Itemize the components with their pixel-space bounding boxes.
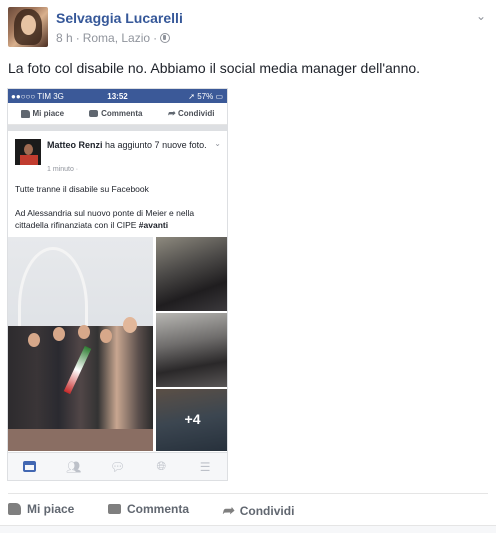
inner-post-header: Matteo Renzi ha aggiunto 7 nuove foto. 1… xyxy=(15,139,221,179)
like-button[interactable]: Mi piace xyxy=(8,502,74,516)
friends-icon: 👥︎ xyxy=(66,459,82,474)
inner-text-paragraph: Ad Alessandria sul nuovo ponte di Meier … xyxy=(15,208,195,230)
comment-button[interactable]: Commenta xyxy=(108,502,189,516)
divider xyxy=(8,493,488,494)
messenger-icon: 💬︎ xyxy=(109,459,126,474)
photo-thumb xyxy=(156,313,227,387)
photo-main xyxy=(8,237,153,451)
author-avatar[interactable] xyxy=(8,7,48,47)
inner-action-text: ha aggiunto 7 nuove foto. xyxy=(102,140,207,150)
phone-like-button: Mi piace xyxy=(20,109,64,118)
post-time[interactable]: 8 h xyxy=(56,31,73,45)
menu-icon: ☰ xyxy=(199,459,211,474)
more-photos-count: +4 xyxy=(184,411,201,427)
inner-post-title: Matteo Renzi ha aggiunto 7 nuove foto. xyxy=(47,139,217,151)
phone-status-bar: ●●○○○ TIM 3G 13:52 ➚ 57% ▭ xyxy=(8,89,227,103)
like-icon xyxy=(20,109,30,118)
like-icon xyxy=(8,503,21,515)
phone-share-button: ➦ Condividi xyxy=(167,108,215,118)
phone-comment-button: Commenta xyxy=(89,109,142,118)
post-meta: 8 h · Roma, Lazio · xyxy=(56,31,171,45)
news-feed-icon xyxy=(23,460,37,474)
photo-thumb xyxy=(156,237,227,311)
hashtag: #avanti xyxy=(138,220,169,230)
inner-chevron-down-icon: ⌄ xyxy=(214,139,221,148)
comment-icon xyxy=(89,110,99,117)
embedded-screenshot[interactable]: ●●○○○ TIM 3G 13:52 ➚ 57% ▭ Mi piace Comm… xyxy=(7,88,228,481)
post-location[interactable]: Roma, Lazio xyxy=(83,31,150,45)
share-icon: ➦ xyxy=(222,502,234,518)
chevron-down-icon[interactable]: ⌄ xyxy=(476,9,486,23)
inner-text-line: Tutte tranne il disabile su Facebook xyxy=(15,184,149,194)
post-text: La foto col disabile no. Abbiamo il soci… xyxy=(8,60,421,76)
divider xyxy=(8,125,227,131)
photo-thumb-more: +4 xyxy=(156,389,227,451)
inner-post-text: Tutte tranne il disabile su Facebook Ad … xyxy=(15,183,223,243)
share-button[interactable]: ➦ Condividi xyxy=(222,502,294,519)
share-icon: ➦ xyxy=(167,108,175,118)
comments-area-edge xyxy=(0,525,496,533)
globe-icon xyxy=(160,33,171,43)
phone-action-bar: Mi piace Commenta ➦ Condividi xyxy=(8,103,227,125)
inner-author-name: Matteo Renzi xyxy=(47,140,103,150)
inner-author-avatar xyxy=(15,139,41,165)
comment-icon xyxy=(108,504,121,514)
post-action-bar: Mi piace Commenta ➦ Condividi xyxy=(8,500,488,520)
inner-post-time: 1 minuto · xyxy=(47,166,79,173)
phone-tab-bar: 👥︎ 💬︎ 🌐︎ ☰ xyxy=(8,452,227,480)
notifications-icon: 🌐︎ xyxy=(156,459,167,473)
battery-indicator: ➚ 57% ▭ xyxy=(188,91,223,101)
post-header: Selvaggia Lucarelli 8 h · Roma, Lazio · … xyxy=(8,7,488,49)
author-name[interactable]: Selvaggia Lucarelli xyxy=(56,10,183,26)
